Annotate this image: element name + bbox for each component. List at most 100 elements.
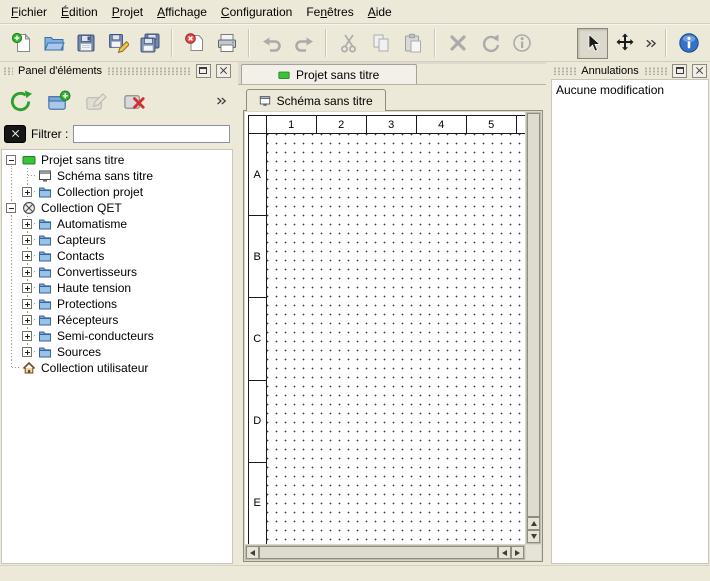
- menu-projet[interactable]: Projet: [105, 1, 150, 23]
- menu-fichier[interactable]: Fichier: [4, 1, 54, 23]
- undo-button[interactable]: [256, 28, 287, 59]
- elements-panel-toolbar: [0, 79, 234, 123]
- save-icon: [75, 32, 97, 54]
- tree-item-label: Convertisseurs: [54, 264, 140, 280]
- tree-item[interactable]: Haute tension: [4, 280, 232, 296]
- tree-item[interactable]: Capteurs: [4, 232, 232, 248]
- new-button[interactable]: [6, 28, 37, 59]
- open-button[interactable]: [38, 28, 69, 59]
- cut-button[interactable]: [333, 28, 364, 59]
- menu-aide[interactable]: Aide: [361, 1, 399, 23]
- delete-icon: [447, 32, 469, 54]
- about-button[interactable]: [673, 28, 704, 59]
- clear-filter-button[interactable]: [4, 125, 26, 143]
- tree-expander-plus[interactable]: [22, 251, 32, 261]
- tree-item[interactable]: Collection projet: [4, 184, 232, 200]
- project-tab[interactable]: Projet sans titre: [241, 64, 417, 84]
- tree-expander-minus[interactable]: [6, 203, 16, 213]
- redo-button[interactable]: [288, 28, 319, 59]
- close-file-button[interactable]: [179, 28, 210, 59]
- tree-expander-plus[interactable]: [22, 315, 32, 325]
- scroll-left-button-2[interactable]: [498, 546, 511, 559]
- pan-mode-button[interactable]: [609, 28, 640, 59]
- new-element-button[interactable]: [42, 85, 74, 117]
- tree-guide: [20, 328, 36, 344]
- tree-expander-plus[interactable]: [22, 283, 32, 293]
- panel-toolbar-extension-button[interactable]: [212, 90, 230, 112]
- chevron-double-right-icon: [644, 37, 657, 50]
- diagram-canvas[interactable]: 123456 ABCDE: [245, 112, 525, 544]
- filter-input[interactable]: [73, 125, 229, 143]
- delete-button[interactable]: [442, 28, 473, 59]
- tree-item[interactable]: Sources: [4, 344, 232, 360]
- tree-guide: [4, 296, 20, 312]
- diagram-grid[interactable]: [267, 134, 525, 544]
- float-dock-button[interactable]: [196, 64, 211, 78]
- undo-panel-titlebar[interactable]: Annulations: [550, 62, 710, 79]
- tree-expander-minus[interactable]: [6, 155, 16, 165]
- tree-guide: [20, 312, 36, 328]
- vertical-scrollbar-thumb[interactable]: [527, 113, 540, 517]
- save-all-button[interactable]: [134, 28, 165, 59]
- copy-icon: [370, 32, 392, 54]
- tree-item[interactable]: Projet sans titre: [4, 152, 232, 168]
- tree-item-label: Automatisme: [54, 216, 130, 232]
- schema-tab[interactable]: Schéma sans titre: [246, 89, 386, 111]
- tree-expander-plus[interactable]: [22, 347, 32, 357]
- dock-handle: [107, 67, 191, 75]
- reload-collections-button[interactable]: [4, 85, 36, 117]
- print-button[interactable]: [211, 28, 242, 59]
- scroll-right-button[interactable]: [511, 546, 524, 559]
- tree-guide: [20, 168, 36, 184]
- delete-element-button[interactable]: [118, 85, 150, 117]
- tree-expander-plus[interactable]: [22, 331, 32, 341]
- tree-item[interactable]: Récepteurs: [4, 312, 232, 328]
- horizontal-scrollbar-thumb[interactable]: [259, 546, 498, 559]
- horizontal-scrollbar[interactable]: [245, 545, 525, 560]
- tree-item[interactable]: Collection QET: [4, 200, 232, 216]
- row-header: B: [249, 216, 266, 298]
- application-window: FichierÉditionProjetAffichageConfigurati…: [0, 0, 710, 581]
- toolbar-extension-button[interactable]: [641, 28, 659, 59]
- rotate-button[interactable]: [474, 28, 505, 59]
- arrow-down-icon: [531, 534, 537, 539]
- main-toolbar: [0, 24, 710, 62]
- tree-item[interactable]: Convertisseurs: [4, 264, 232, 280]
- element-info-button[interactable]: [506, 28, 537, 59]
- copy-button[interactable]: [365, 28, 396, 59]
- tree-guide: [20, 248, 36, 264]
- tree-item[interactable]: Semi-conducteurs: [4, 328, 232, 344]
- tree-item[interactable]: Schéma sans titre: [4, 168, 232, 184]
- chevron-double-right-icon: [215, 95, 227, 107]
- tree-expander-plus[interactable]: [22, 267, 32, 277]
- tree-item[interactable]: Automatisme: [4, 216, 232, 232]
- selection-mode-button[interactable]: [577, 28, 608, 59]
- menu-affichage[interactable]: Affichage: [150, 1, 214, 23]
- elements-panel-titlebar[interactable]: Panel d'éléments: [0, 62, 234, 79]
- tree-expander-plus[interactable]: [22, 219, 32, 229]
- edit-element-button[interactable]: [80, 85, 112, 117]
- tree-expander-plus[interactable]: [22, 299, 32, 309]
- elements-tree: Projet sans titreSchéma sans titreCollec…: [1, 149, 233, 564]
- scroll-up-button[interactable]: [527, 517, 540, 530]
- scroll-down-button[interactable]: [527, 530, 540, 543]
- menu-fenetres[interactable]: Fenêtres: [299, 1, 360, 23]
- tree-item[interactable]: Collection utilisateur: [4, 360, 232, 376]
- close-dock-button[interactable]: [216, 64, 231, 78]
- tree-item[interactable]: Contacts: [4, 248, 232, 264]
- tree-expander-plus[interactable]: [22, 187, 32, 197]
- menu-configuration[interactable]: Configuration: [214, 1, 299, 23]
- scroll-left-button[interactable]: [246, 546, 259, 559]
- tree-item-label: Schéma sans titre: [54, 168, 156, 184]
- float-dock-button[interactable]: [672, 64, 687, 78]
- tree-expander-plus[interactable]: [22, 235, 32, 245]
- vertical-scrollbar[interactable]: [526, 112, 541, 544]
- paste-button[interactable]: [397, 28, 428, 59]
- tree-item[interactable]: Protections: [4, 296, 232, 312]
- save-button[interactable]: [70, 28, 101, 59]
- tree-item-label: Haute tension: [54, 280, 134, 296]
- arrow-left-icon: [250, 550, 255, 556]
- close-dock-button[interactable]: [692, 64, 707, 78]
- save-as-button[interactable]: [102, 28, 133, 59]
- menu-edition[interactable]: Édition: [54, 1, 105, 23]
